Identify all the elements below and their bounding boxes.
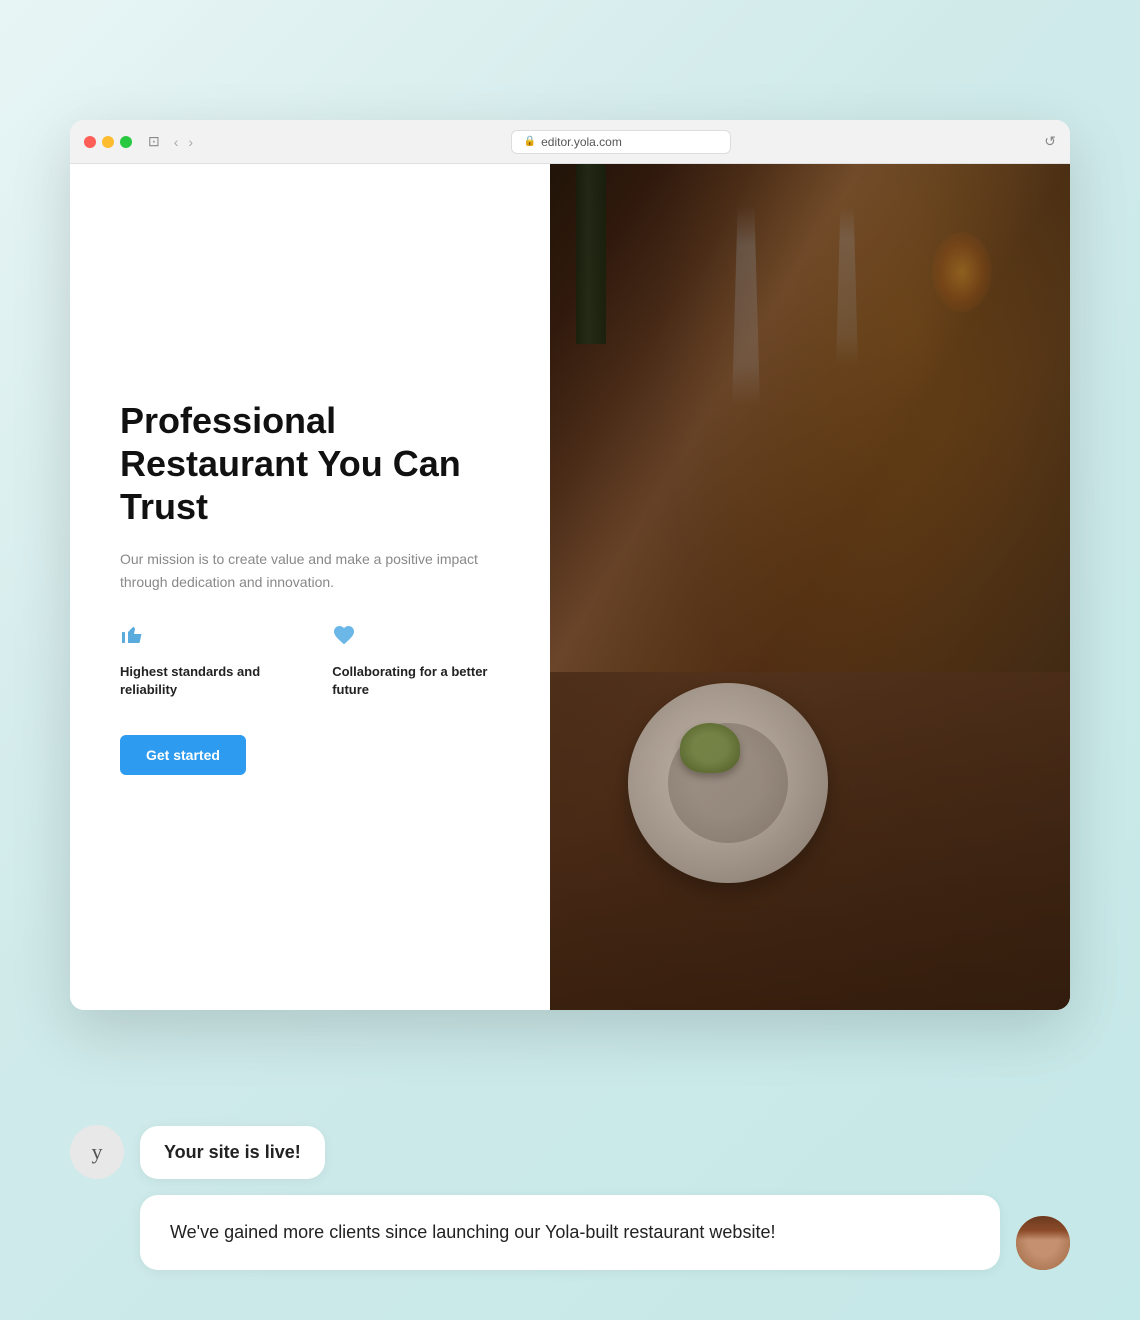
yola-avatar: y xyxy=(70,1125,124,1179)
sidebar-toggle-icon[interactable]: ⊡ xyxy=(148,133,160,150)
feature-item-2: Collaborating for a better future xyxy=(332,623,500,699)
chat-bubble-1: Your site is live! xyxy=(140,1126,325,1179)
feature-item-1: Highest standards and reliability xyxy=(120,623,292,699)
browser-chrome: ⊡ ‹ › 🔒 editor.yola.com ↺ xyxy=(70,120,1070,164)
fullscreen-button[interactable] xyxy=(120,136,132,148)
close-button[interactable] xyxy=(84,136,96,148)
browser-window: ⊡ ‹ › 🔒 editor.yola.com ↺ Professional R… xyxy=(70,120,1070,1010)
forward-button[interactable]: › xyxy=(184,132,197,152)
lock-icon: 🔒 xyxy=(524,136,536,147)
chat-row-2: We've gained more clients since launchin… xyxy=(70,1195,1070,1270)
features-row: Highest standards and reliability Collab… xyxy=(120,623,500,699)
heart-icon xyxy=(332,623,500,653)
page-content: Professional Restaurant You Can Trust Ou… xyxy=(70,164,1070,1010)
nav-arrows: ‹ › xyxy=(170,132,197,152)
address-bar-container: 🔒 editor.yola.com xyxy=(207,130,1034,154)
traffic-lights xyxy=(84,136,132,148)
avatar-face xyxy=(1016,1216,1070,1270)
back-button[interactable]: ‹ xyxy=(170,132,183,152)
right-panel xyxy=(550,164,1070,1010)
restaurant-image xyxy=(550,164,1070,1010)
left-panel: Professional Restaurant You Can Trust Ou… xyxy=(70,164,550,1010)
refresh-button[interactable]: ↺ xyxy=(1044,133,1056,150)
chat-bubble-2: We've gained more clients since launchin… xyxy=(140,1195,1000,1270)
url-text: editor.yola.com xyxy=(541,135,622,149)
chat-area: y Your site is live! We've gained more c… xyxy=(70,1125,1070,1270)
address-bar[interactable]: 🔒 editor.yola.com xyxy=(511,130,731,154)
feature-1-label: Highest standards and reliability xyxy=(120,663,292,699)
yola-avatar-letter: y xyxy=(92,1139,103,1165)
avatar-hair xyxy=(1016,1216,1070,1240)
page-headline: Professional Restaurant You Can Trust xyxy=(120,399,500,529)
thumbsup-icon xyxy=(120,623,292,653)
subtext: Our mission is to create value and make … xyxy=(120,548,500,593)
minimize-button[interactable] xyxy=(102,136,114,148)
feature-2-label: Collaborating for a better future xyxy=(332,663,500,699)
chat-text-1: Your site is live! xyxy=(164,1142,301,1162)
chat-text-2: We've gained more clients since launchin… xyxy=(170,1222,775,1242)
chat-row-1: y Your site is live! xyxy=(70,1125,1070,1179)
image-overlay xyxy=(550,164,1070,1010)
user-avatar xyxy=(1016,1216,1070,1270)
get-started-button[interactable]: Get started xyxy=(120,735,246,775)
